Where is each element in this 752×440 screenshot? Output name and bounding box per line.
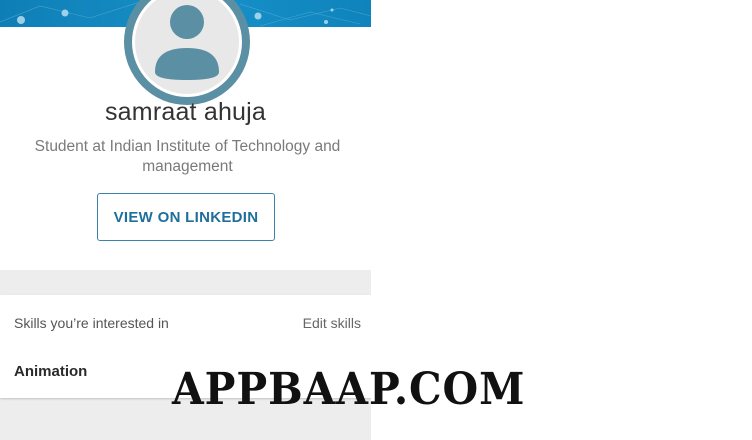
- headline-line: management: [142, 158, 233, 175]
- headline-line: Student at Indian Institute of Technolog…: [34, 138, 341, 155]
- profile-card: samraat ahuja Student at Indian Institut…: [0, 0, 371, 270]
- view-on-linkedin-label: VIEW ON LINKEDIN: [113, 208, 259, 226]
- profile-name: samraat ahuja: [104, 98, 267, 126]
- view-on-linkedin-button[interactable]: VIEW ON LINKEDIN: [97, 193, 275, 241]
- edit-skills-link[interactable]: Edit skills: [303, 315, 361, 331]
- profile-headline: Student at Indian Institute of Technolog…: [10, 137, 365, 177]
- watermark-text: APPBAAP.COM: [172, 364, 526, 415]
- avatar[interactable]: [122, 0, 252, 110]
- skills-section-title: Skills you’re interested in: [14, 315, 169, 331]
- skill-item[interactable]: Animation: [14, 363, 87, 380]
